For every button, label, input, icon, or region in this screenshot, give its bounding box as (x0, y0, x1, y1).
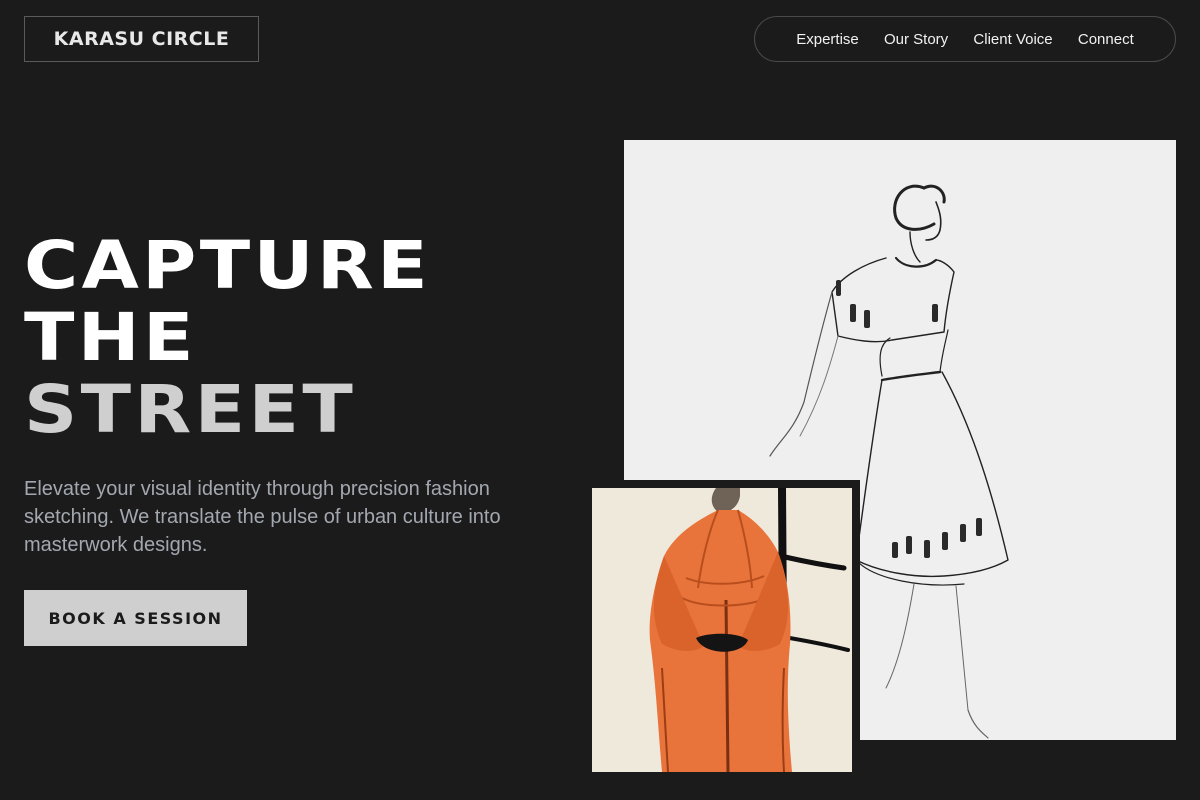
hero-headline: CAPTURE THE STREET (24, 230, 431, 446)
brand-logo[interactable]: KARASU CIRCLE (24, 16, 259, 62)
orange-coat-sketch-image (592, 488, 852, 772)
nav-link-connect[interactable]: Connect (1078, 31, 1134, 48)
headline-line-3: STREET (24, 371, 357, 448)
nav-link-our-story[interactable]: Our Story (884, 31, 948, 48)
nav-link-client-voice[interactable]: Client Voice (973, 31, 1052, 48)
main-nav: Expertise Our Story Client Voice Connect (754, 16, 1176, 62)
book-session-button[interactable]: BOOK A SESSION (24, 590, 247, 646)
hero-lead-text: Elevate your visual identity through pre… (24, 478, 501, 556)
headline-line-1: CAPTURE (24, 227, 432, 304)
nav-link-expertise[interactable]: Expertise (796, 31, 859, 48)
headline-line-2: THE (24, 299, 197, 376)
landing-page: KARASU CIRCLE Expertise Our Story Client… (0, 0, 1200, 800)
